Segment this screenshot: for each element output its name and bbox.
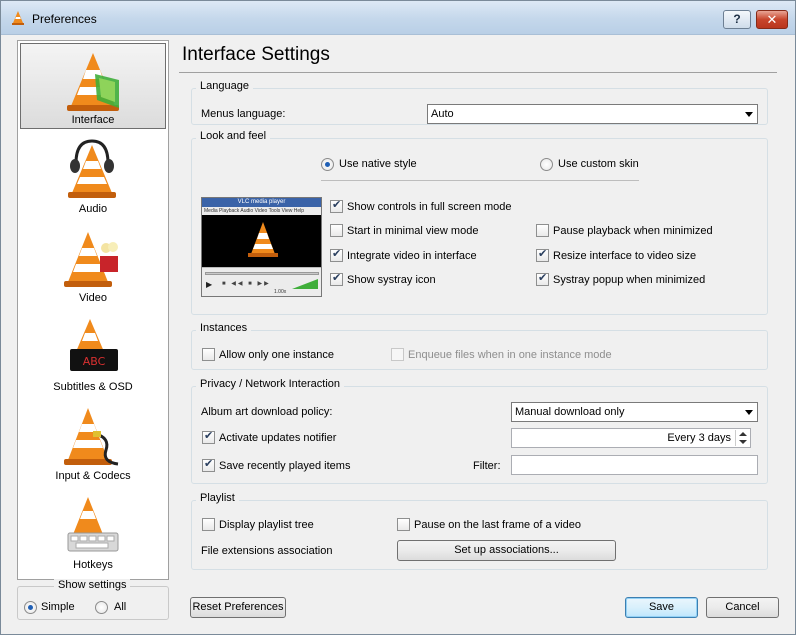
custom-skin-label: Use custom skin bbox=[558, 158, 639, 170]
one-instance-label: Allow only one instance bbox=[219, 349, 334, 361]
resize-interface-checkbox[interactable] bbox=[536, 247, 549, 262]
sidebar-item-label: Audio bbox=[78, 203, 108, 215]
sidebar-item-video[interactable]: Video bbox=[20, 220, 166, 306]
show-settings-group: Show settings Simple All bbox=[17, 579, 169, 620]
pause-minimized-label: Pause playback when minimized bbox=[553, 225, 713, 237]
preview-zoom-label: 1.00x bbox=[274, 289, 287, 295]
full-screen-controls-label: Show controls in full screen mode bbox=[347, 201, 512, 213]
integrate-video-label: Integrate video in interface bbox=[347, 250, 477, 262]
resize-interface-label: Resize interface to video size bbox=[553, 250, 697, 262]
file-extensions-label: File extensions association bbox=[201, 545, 333, 557]
one-instance-checkbox[interactable] bbox=[202, 348, 215, 361]
all-radio[interactable] bbox=[95, 601, 108, 614]
sidebar-item-interface[interactable]: Interface bbox=[20, 43, 166, 129]
sidebar-item-label: Hotkeys bbox=[73, 559, 113, 571]
vlc-app-icon bbox=[12, 11, 24, 25]
filter-input[interactable] bbox=[511, 455, 758, 475]
audio-cone-icon bbox=[68, 139, 116, 198]
native-style-radio[interactable] bbox=[321, 158, 334, 171]
preview-volume-icon bbox=[292, 279, 318, 289]
save-button[interactable]: Save bbox=[625, 597, 698, 618]
video-cone-icon bbox=[64, 232, 118, 287]
preview-cone-icon bbox=[248, 222, 278, 257]
simple-radio[interactable] bbox=[24, 601, 37, 614]
pause-last-frame-checkbox[interactable] bbox=[397, 518, 410, 531]
svg-text:ABC: ABC bbox=[83, 355, 106, 368]
spin-arrows[interactable] bbox=[735, 430, 749, 446]
sidebar-item-hotkeys[interactable]: Hotkeys bbox=[20, 487, 166, 573]
updates-notifier-label: Activate updates notifier bbox=[219, 432, 337, 444]
subtitles-cone-icon: ABC bbox=[70, 319, 118, 371]
systray-icon-checkbox[interactable] bbox=[330, 271, 343, 286]
close-button[interactable]: ✕ bbox=[756, 10, 788, 29]
preview-transport-icons: ■ ◀◀ ■ ▶▶ bbox=[222, 281, 271, 287]
input-cone-icon bbox=[64, 408, 119, 466]
preview-controls: ▶ ■ ◀◀ ■ ▶▶ 1.00x bbox=[202, 267, 321, 296]
full-screen-controls-checkbox[interactable] bbox=[330, 198, 343, 213]
look-and-feel-legend: Look and feel bbox=[196, 130, 271, 142]
category-sidebar: Interface Audio Video ABC Subtitles & OS… bbox=[17, 40, 169, 580]
preview-titlebar: VLC media player bbox=[202, 198, 321, 207]
sidebar-item-label: Interface bbox=[71, 114, 115, 126]
cancel-button[interactable]: Cancel bbox=[706, 597, 779, 618]
privacy-legend: Privacy / Network Interaction bbox=[196, 378, 344, 390]
chevron-down-icon bbox=[745, 112, 753, 117]
sidebar-item-audio[interactable]: Audio bbox=[20, 131, 166, 217]
spin-up-icon[interactable] bbox=[736, 430, 749, 438]
pause-minimized-checkbox[interactable] bbox=[536, 224, 549, 237]
updates-interval-value: Every 3 days bbox=[667, 432, 731, 444]
native-style-label: Use native style bbox=[339, 158, 417, 170]
help-button[interactable]: ? bbox=[723, 10, 751, 29]
instances-legend: Instances bbox=[196, 322, 252, 334]
title-divider bbox=[179, 72, 777, 73]
integrate-video-checkbox[interactable] bbox=[330, 247, 343, 262]
preview-play-icon: ▶ bbox=[206, 280, 213, 289]
systray-icon-label: Show systray icon bbox=[347, 274, 436, 286]
sidebar-item-label: Video bbox=[79, 292, 107, 304]
sidebar-item-subtitles[interactable]: ABC Subtitles & OSD bbox=[20, 309, 166, 395]
show-settings-legend: Show settings bbox=[54, 579, 131, 591]
systray-popup-checkbox[interactable] bbox=[536, 271, 549, 286]
album-art-label: Album art download policy: bbox=[201, 406, 333, 418]
all-radio-label: All bbox=[114, 601, 127, 613]
filter-label: Filter: bbox=[473, 460, 501, 472]
album-art-value: Manual download only bbox=[515, 406, 625, 418]
custom-skin-radio[interactable] bbox=[540, 158, 553, 171]
sidebar-item-label: Subtitles & OSD bbox=[53, 381, 133, 393]
playlist-tree-label: Display playlist tree bbox=[219, 519, 314, 531]
playlist-tree-checkbox[interactable] bbox=[202, 518, 215, 531]
enqueue-label: Enqueue files when in one instance mode bbox=[408, 349, 612, 361]
spin-down-icon[interactable] bbox=[736, 438, 749, 446]
preview-menubar: Media Playback Audio Video Tools View He… bbox=[202, 207, 321, 215]
minimal-view-label: Start in minimal view mode bbox=[347, 225, 479, 237]
menus-language-value: Auto bbox=[431, 108, 454, 120]
language-legend: Language bbox=[196, 80, 253, 92]
preferences-window: Preferences ? ✕ Interface Audio Video AB… bbox=[0, 0, 796, 635]
menus-language-select[interactable]: Auto bbox=[427, 104, 758, 124]
chevron-down-icon bbox=[745, 410, 753, 415]
style-separator bbox=[321, 180, 639, 181]
updates-interval-spinbox[interactable]: Every 3 days bbox=[511, 428, 751, 448]
album-art-select[interactable]: Manual download only bbox=[511, 402, 758, 422]
title-bar[interactable]: Preferences ? ✕ bbox=[1, 1, 795, 35]
hotkeys-cone-icon bbox=[67, 497, 119, 552]
sidebar-item-label: Input & Codecs bbox=[55, 470, 131, 482]
reset-preferences-button[interactable]: Reset Preferences bbox=[190, 597, 286, 618]
enqueue-checkbox[interactable] bbox=[391, 348, 404, 361]
playlist-legend: Playlist bbox=[196, 492, 239, 504]
recent-items-checkbox[interactable] bbox=[202, 457, 215, 472]
interface-cone-icon bbox=[67, 53, 119, 111]
minimal-view-checkbox[interactable] bbox=[330, 224, 343, 237]
simple-radio-label: Simple bbox=[41, 601, 75, 613]
updates-notifier-checkbox[interactable] bbox=[202, 429, 215, 444]
systray-popup-label: Systray popup when minimized bbox=[553, 274, 706, 286]
menus-language-label: Menus language: bbox=[201, 108, 286, 120]
page-title: Interface Settings bbox=[182, 44, 330, 65]
interface-preview: VLC media player Media Playback Audio Vi… bbox=[201, 197, 322, 297]
setup-associations-button[interactable]: Set up associations... bbox=[397, 540, 616, 561]
window-title: Preferences bbox=[32, 12, 97, 26]
pause-last-frame-label: Pause on the last frame of a video bbox=[414, 519, 581, 531]
sidebar-item-input-codecs[interactable]: Input & Codecs bbox=[20, 398, 166, 484]
recent-items-label: Save recently played items bbox=[219, 460, 351, 472]
